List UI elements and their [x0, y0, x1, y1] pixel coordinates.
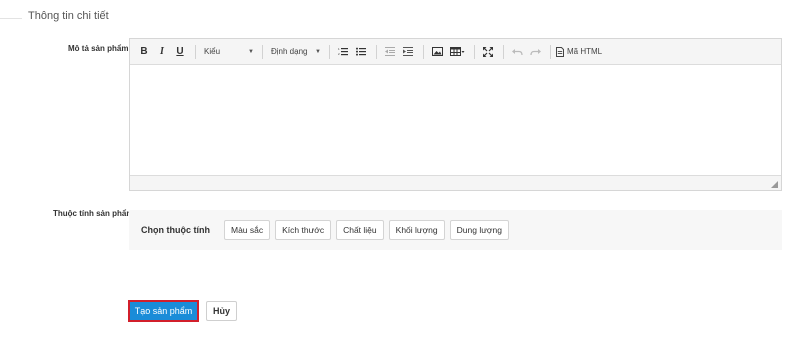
table-button[interactable] — [447, 43, 467, 61]
source-html-label: Mã HTML — [567, 47, 603, 56]
format-combo[interactable]: Định dạng ▼ — [268, 43, 324, 61]
toolbar-separator — [423, 44, 424, 59]
rich-text-editor: B I U Kiểu ▼ Định dạng ▼ 12 Mã HTML — [129, 38, 782, 191]
style-combo-label: Kiểu — [204, 47, 221, 56]
attribute-chip-capacity[interactable]: Dung lượng — [449, 220, 509, 240]
section-divider — [0, 18, 22, 19]
toolbar-separator — [503, 44, 504, 59]
maximize-button[interactable] — [480, 43, 496, 61]
numbered-list-icon: 12 — [338, 47, 348, 56]
attributes-panel: Chọn thuộc tính Màu sắc Kích thước Chất … — [129, 210, 782, 250]
bulleted-list-button[interactable] — [353, 43, 369, 61]
bulleted-list-icon — [356, 47, 366, 56]
create-product-button[interactable]: Tạo sản phẩm — [128, 300, 199, 322]
image-button[interactable] — [429, 43, 445, 61]
maximize-icon — [483, 46, 493, 57]
svg-text:1: 1 — [338, 47, 340, 51]
redo-icon — [529, 48, 541, 55]
outdent-button[interactable] — [382, 43, 398, 61]
svg-text:2: 2 — [338, 52, 340, 56]
undo-button[interactable] — [509, 43, 525, 61]
attributes-label: Thuộc tính sản phẩm — [53, 209, 134, 218]
choose-attribute-label: Chọn thuộc tính — [141, 225, 210, 235]
italic-button[interactable]: I — [154, 43, 170, 61]
attribute-chip-size[interactable]: Kích thước — [275, 220, 332, 240]
redo-button[interactable] — [527, 43, 543, 61]
indent-icon — [403, 47, 413, 56]
attribute-chip-weight[interactable]: Khối lượng — [388, 220, 445, 240]
editor-toolbar: B I U Kiểu ▼ Định dạng ▼ 12 Mã HTML — [130, 39, 781, 65]
source-file-icon — [556, 46, 564, 57]
numbered-list-button[interactable]: 12 — [335, 43, 351, 61]
attribute-chip-material[interactable]: Chất liệu — [336, 220, 384, 240]
format-combo-label: Định dạng — [271, 47, 308, 56]
editor-status-bar — [130, 175, 781, 190]
indent-button[interactable] — [400, 43, 416, 61]
source-html-button[interactable]: Mã HTML — [556, 46, 603, 57]
toolbar-separator — [195, 44, 196, 59]
toolbar-separator — [329, 44, 330, 59]
section-header: Thông tin chi tiết — [0, 8, 800, 28]
table-icon — [449, 47, 464, 56]
outdent-icon — [385, 47, 395, 56]
caret-down-icon: ▼ — [315, 48, 321, 55]
editor-content-area[interactable] — [130, 65, 781, 175]
cancel-button[interactable]: Hủy — [206, 301, 237, 321]
underline-button[interactable]: U — [172, 43, 188, 61]
toolbar-separator — [550, 44, 551, 59]
style-combo[interactable]: Kiểu ▼ — [201, 43, 257, 61]
image-icon — [431, 47, 443, 56]
bold-button[interactable]: B — [136, 43, 152, 61]
caret-down-icon: ▼ — [248, 48, 254, 55]
section-title: Thông tin chi tiết — [28, 10, 109, 22]
toolbar-separator — [262, 44, 263, 59]
toolbar-separator — [376, 44, 377, 59]
toolbar-separator — [474, 44, 475, 59]
resize-handle-icon[interactable] — [771, 181, 778, 188]
description-label: Mô tả sản phẩm — [68, 44, 129, 53]
undo-icon — [511, 48, 523, 55]
attribute-chip-color[interactable]: Màu sắc — [223, 220, 271, 240]
